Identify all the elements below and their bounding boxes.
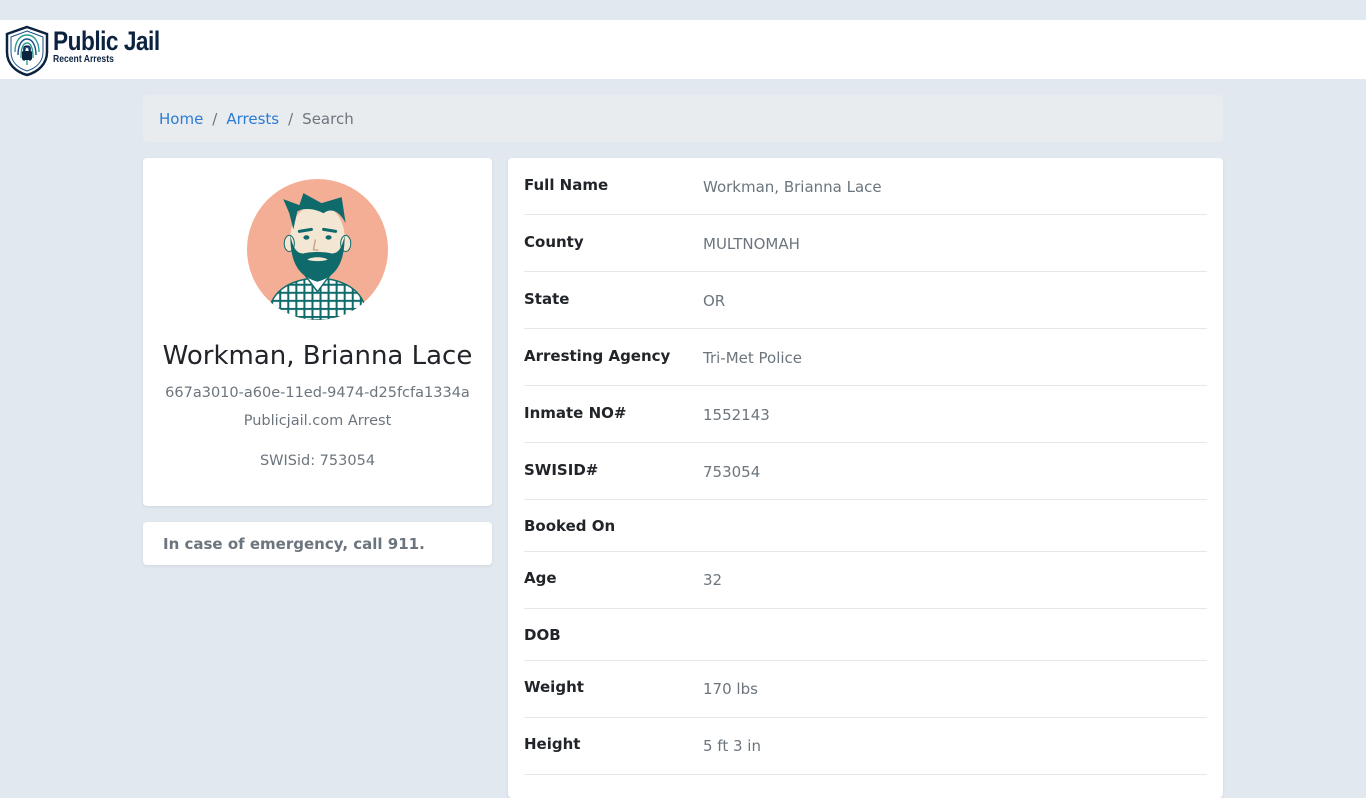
detail-label: Booked On [524, 517, 616, 535]
site-header: Public Jail Recent Arrests [0, 20, 1366, 79]
detail-label: State [524, 290, 570, 308]
breadcrumb-home-link[interactable]: Home [159, 110, 203, 128]
detail-label: Inmate NO# [524, 404, 627, 422]
detail-value: 753054 [703, 463, 761, 481]
detail-value: 1552143 [703, 406, 770, 424]
emergency-notice: In case of emergency, call 911. [143, 522, 492, 565]
detail-label: Weight [524, 678, 584, 696]
detail-row-inmate-no: Inmate NO# 1552143 [524, 386, 1207, 443]
detail-label: County [524, 233, 584, 251]
emergency-text: In case of emergency, call 911. [163, 534, 425, 553]
detail-value: 32 [703, 571, 723, 589]
detail-row-county: County MULTNOMAH [524, 215, 1207, 272]
breadcrumb-separator: / [212, 109, 218, 128]
detail-value: 170 lbs [703, 680, 758, 698]
detail-value: Tri-Met Police [703, 349, 803, 367]
detail-row-weight: Weight 170 lbs [524, 661, 1207, 718]
site-subtitle: Recent Arrests [53, 54, 114, 65]
detail-value: MULTNOMAH [703, 235, 800, 253]
fingerprint-shield-icon [5, 25, 49, 77]
detail-row-full-name: Full Name Workman, Brianna Lace [524, 158, 1207, 215]
detail-row-state: State OR [524, 272, 1207, 329]
detail-row-booked-on: Booked On [524, 500, 1207, 552]
detail-value: 5 ft 3 in [703, 737, 761, 755]
detail-value: OR [703, 292, 726, 310]
detail-row-arresting-agency: Arresting Agency Tri-Met Police [524, 329, 1207, 386]
detail-value: Workman, Brianna Lace [703, 178, 882, 196]
detail-label: Age [524, 569, 557, 587]
breadcrumb-separator: / [288, 109, 294, 128]
profile-card: Workman, Brianna Lace 667a3010-a60e-11ed… [143, 158, 492, 506]
site-logo[interactable]: Public Jail Recent Arrests [4, 25, 160, 77]
detail-label: Full Name [524, 176, 609, 194]
breadcrumb: Home / Arrests / Search [143, 95, 1223, 142]
detail-row-dob: DOB [524, 609, 1207, 661]
profile-record-id: 667a3010-a60e-11ed-9474-d25fcfa1334a [165, 385, 470, 401]
detail-label: DOB [524, 626, 561, 644]
detail-row-age: Age 32 [524, 552, 1207, 609]
bearded-man-avatar-icon [247, 179, 388, 320]
breadcrumb-current: Search [302, 109, 354, 128]
detail-label: Height [524, 735, 581, 753]
site-title: Public Jail [53, 26, 160, 56]
profile-swis-id: SWISid: 753054 [259, 453, 376, 469]
detail-label: SWISID# [524, 461, 599, 479]
detail-row-swisid: SWISID# 753054 [524, 443, 1207, 500]
details-card: Full Name Workman, Brianna Lace County M… [508, 158, 1223, 798]
breadcrumb-arrests-link[interactable]: Arrests [226, 110, 279, 128]
detail-label: Arresting Agency [524, 347, 671, 365]
detail-row-height: Height 5 ft 3 in [524, 718, 1207, 775]
profile-name: Workman, Brianna Lace [162, 341, 473, 371]
profile-source: Publicjail.com Arrest [243, 413, 392, 429]
